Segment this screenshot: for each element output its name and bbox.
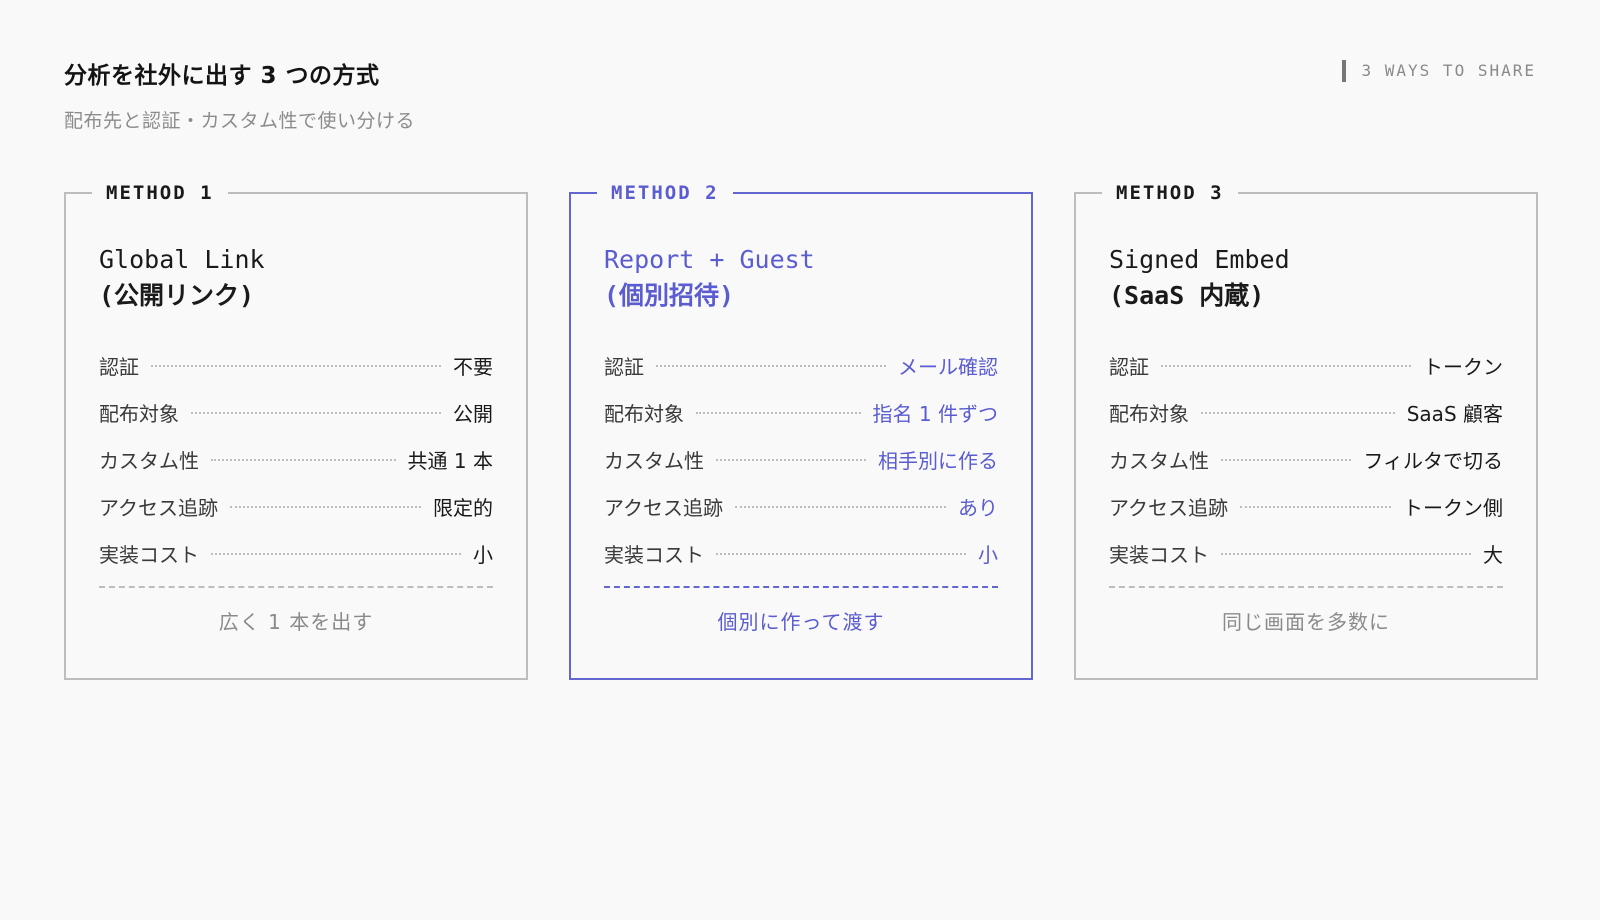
row-value: フィルタで切る [1363,449,1503,473]
leader-dots [151,364,441,367]
row-value: 公開 [453,402,493,426]
row-key: カスタム性 [1109,449,1209,473]
leader-dots [716,458,866,461]
card-rows: 認証 トークン 配布対象 SaaS 顧客 カスタム性 フィルタで切る アクセス追跡 トー… [1109,342,1503,577]
leader-dots [211,552,461,555]
leader-dots [1240,505,1391,508]
leader-dots [716,552,966,555]
method-card-3: METHOD 3 Signed Embed (SaaS 内蔵) 認証 トークン 配… [1074,180,1538,680]
row-custom: カスタム性 相手別に作る [604,436,998,483]
row-key: カスタム性 [604,449,704,473]
page-title: 分析を社外に出す 3 つの方式 [64,63,380,89]
row-value: 小 [978,543,998,567]
row-value: トークン側 [1403,496,1503,520]
card-legend: METHOD 2 [597,180,733,206]
row-audience: 配布対象 SaaS 顧客 [1109,389,1503,436]
card-title-sub: (個別招待) [604,281,735,310]
row-cost: 実装コスト 小 [99,530,493,577]
row-key: 認証 [604,355,644,379]
card-legend: METHOD 3 [1102,180,1238,206]
row-key: アクセス追跡 [99,496,218,520]
row-key: 配布対象 [604,402,684,426]
row-custom: カスタム性 共通 1 本 [99,436,493,483]
row-custom: カスタム性 フィルタで切る [1109,436,1503,483]
row-value: あり [958,496,998,520]
method-card-2: METHOD 2 Report + Guest (個別招待) 認証 メール確認 配… [569,180,1033,680]
row-key: 配布対象 [99,402,179,426]
row-value: メール確認 [898,355,998,379]
row-key: 実装コスト [99,543,199,567]
card-divider [99,586,493,588]
row-auth: 認証 メール確認 [604,342,998,389]
card-title-name: Report + Guest [604,245,815,274]
row-tracking: アクセス追跡 限定的 [99,483,493,530]
leader-dots [191,411,441,414]
row-value: 指名 1 件ずつ [872,402,998,426]
row-auth: 認証 不要 [99,342,493,389]
card-legend: METHOD 1 [92,180,228,206]
card-footer: 同じ画面を多数に [1222,610,1390,634]
card-title-sub: (公開リンク) [99,281,255,310]
row-cost: 実装コスト 大 [1109,530,1503,577]
card-footer: 個別に作って渡す [717,610,885,634]
card-rows: 認証 不要 配布対象 公開 カスタム性 共通 1 本 アクセス追跡 限定的 実装コスト 小 [99,342,493,577]
card-divider [604,586,998,588]
row-cost: 実装コスト 小 [604,530,998,577]
row-auth: 認証 トークン [1109,342,1503,389]
leader-dots [1161,364,1411,367]
row-value: 大 [1483,543,1503,567]
row-value: 共通 1 本 [407,449,493,473]
row-value: 限定的 [433,496,493,520]
row-tracking: アクセス追跡 あり [604,483,998,530]
leader-dots [230,505,421,508]
row-audience: 配布対象 公開 [99,389,493,436]
row-key: 実装コスト [604,543,704,567]
card-title-name: Global Link [99,245,265,274]
leader-dots [1221,552,1471,555]
row-key: 認証 [99,355,139,379]
card-footer: 広く 1 本を出す [218,610,374,634]
card-rows: 認証 メール確認 配布対象 指名 1 件ずつ カスタム性 相手別に作る アクセス追跡 あ… [604,342,998,577]
card-divider [1109,586,1503,588]
row-key: 実装コスト [1109,543,1209,567]
row-value: 小 [473,543,493,567]
section-tag: 3 WAYS TO SHARE [1341,60,1537,82]
row-key: アクセス追跡 [1109,496,1228,520]
row-tracking: アクセス追跡 トークン側 [1109,483,1503,530]
leader-dots [1201,411,1395,414]
row-key: 認証 [1109,355,1149,379]
row-value: 相手別に作る [878,449,998,473]
leader-dots [211,458,396,461]
row-key: 配布対象 [1109,402,1189,426]
method-card-1: METHOD 1 Global Link (公開リンク) 認証 不要 配布対象 公開… [64,180,528,680]
card-title: Report + Guest (個別招待) [604,242,815,314]
row-value: SaaS 顧客 [1406,402,1503,426]
page-header: 分析を社外に出す 3 つの方式 配布先と認証・カスタム性で使い分ける [64,56,415,133]
row-audience: 配布対象 指名 1 件ずつ [604,389,998,436]
card-title-name: Signed Embed [1109,245,1290,274]
leader-dots [656,364,886,367]
card-title-sub: (SaaS 内蔵) [1109,281,1265,310]
leader-dots [1221,458,1352,461]
page-subtitle: 配布先と認証・カスタム性で使い分ける [64,110,416,132]
row-value: トークン [1423,355,1503,379]
leader-dots [735,505,946,508]
row-key: カスタム性 [99,449,199,473]
row-key: アクセス追跡 [604,496,723,520]
card-title: Global Link (公開リンク) [99,242,265,314]
row-value: 不要 [453,355,493,379]
card-title: Signed Embed (SaaS 内蔵) [1109,242,1290,314]
leader-dots [696,411,861,414]
